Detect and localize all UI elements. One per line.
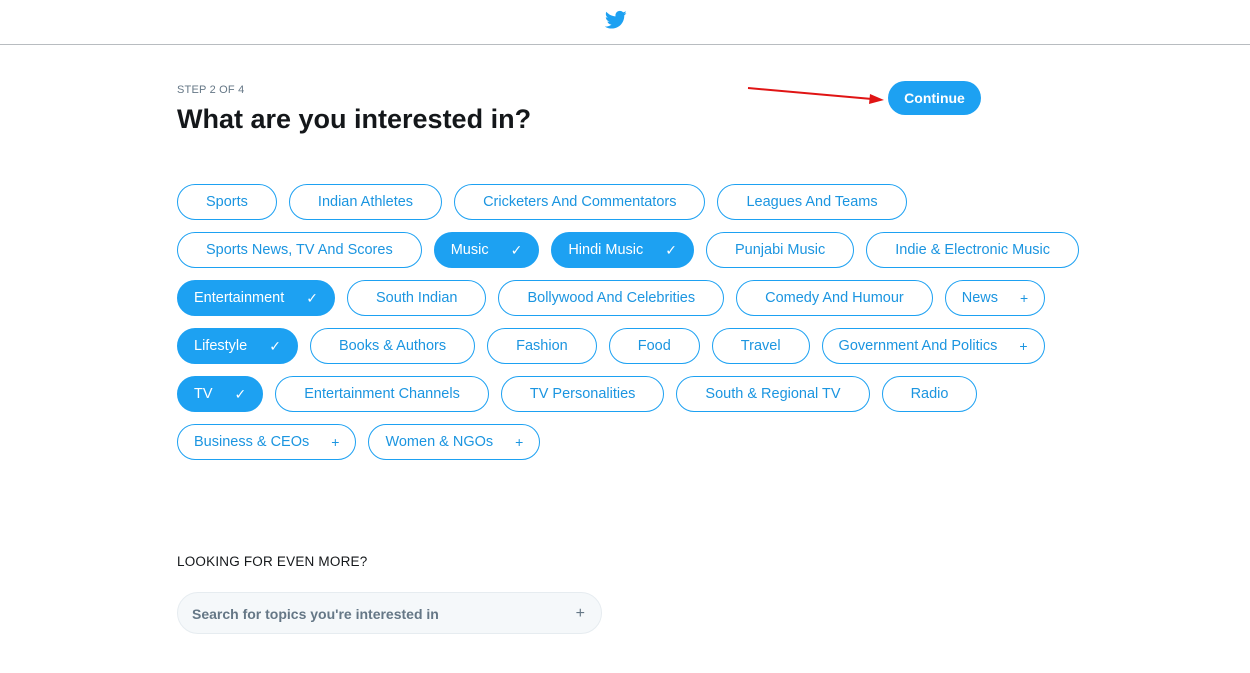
topic-chip-label: Food — [637, 338, 671, 354]
topic-chip-women-and-ngos[interactable]: Women & NGOs + — [368, 424, 541, 460]
plus-icon: + — [1019, 338, 1028, 354]
topic-chip-indian-athletes[interactable]: Indian Athletes — [288, 184, 443, 220]
plus-icon: + — [1020, 290, 1029, 306]
checkmark-icon: ✓ — [234, 386, 247, 402]
topic-chip-label: News — [961, 290, 998, 306]
topic-chip-entertainment-channels[interactable]: Entertainment Channels — [275, 376, 489, 412]
topic-chip-label: Comedy And Humour — [765, 290, 904, 306]
topic-chip-tv-personalities[interactable]: TV Personalities — [500, 376, 665, 412]
topic-chip-label: Entertainment Channels — [304, 386, 460, 402]
topic-chip-entertainment[interactable]: Entertainment ✓ — [177, 280, 336, 316]
topic-chip-punjabi-music[interactable]: Punjabi Music — [705, 232, 855, 268]
topic-search-box: + — [177, 592, 602, 635]
add-topic-icon[interactable]: + — [576, 605, 585, 623]
topic-chip-label: TV Personalities — [529, 386, 636, 402]
topic-chip-tv[interactable]: TV ✓ — [177, 376, 264, 412]
topic-chip-books-and-authors[interactable]: Books & Authors — [309, 328, 476, 364]
topic-chip-label: Punjabi Music — [734, 242, 826, 258]
topic-chip-sports-news-tv-and-scores[interactable]: Sports News, TV And Scores — [177, 232, 422, 268]
topic-chip-hindi-music[interactable]: Hindi Music ✓ — [551, 232, 694, 268]
topic-row: Sports Indian Athletes Cricketers And Comm… — [177, 184, 1057, 220]
topic-row: Entertainment ✓ South Indian Bollywood And … — [177, 280, 1057, 316]
plus-icon: + — [515, 434, 524, 450]
topic-chip-sports[interactable]: Sports — [177, 184, 277, 220]
topic-row: Business & CEOs + Women & NGOs + — [177, 424, 1057, 460]
plus-icon: + — [331, 434, 340, 450]
topic-chip-label: Lifestyle — [194, 338, 248, 354]
continue-button[interactable]: Continue — [888, 81, 981, 115]
topic-row: Sports News, TV And Scores Music ✓ Hindi Mu… — [177, 232, 1079, 268]
topic-chip-label: Indian Athletes — [317, 194, 414, 210]
topic-chip-bollywood-and-celebrities[interactable]: Bollywood And Celebrities — [498, 280, 725, 316]
topic-chip-south-indian[interactable]: South Indian — [347, 280, 487, 316]
checkmark-icon: ✓ — [269, 338, 281, 354]
topic-chip-radio[interactable]: Radio — [881, 376, 978, 412]
topic-chip-label: Bollywood And Celebrities — [527, 290, 696, 306]
topic-chip-label: Hindi Music — [568, 242, 644, 258]
page-title: What are you interested in? — [177, 104, 532, 134]
topic-chip-business-and-ceos[interactable]: Business & CEOs + — [177, 424, 357, 460]
topic-chip-fashion[interactable]: Fashion — [487, 328, 597, 364]
topic-chip-grid: Sports Indian Athletes Cricketers And Comm… — [177, 184, 1079, 472]
topic-chip-label: Government And Politics — [838, 338, 998, 354]
topic-chip-indie-and-electronic-music[interactable]: Indie & Electronic Music — [866, 232, 1079, 268]
topic-chip-cricketers-and-commentators[interactable]: Cricketers And Commentators — [454, 184, 706, 220]
topic-chip-label: TV — [194, 386, 213, 402]
topic-chip-label: Radio — [910, 386, 949, 402]
topic-chip-label: South & Regional TV — [705, 386, 841, 402]
checkmark-icon: ✓ — [510, 242, 523, 258]
topic-chip-label: Entertainment — [194, 290, 285, 306]
topic-chip-south-and-regional-tv[interactable]: South & Regional TV — [676, 376, 870, 412]
topic-chip-label: Sports News, TV And Scores — [206, 242, 393, 258]
topic-row: TV ✓ Entertainment Channels TV Personalitie… — [177, 376, 1057, 412]
topic-chip-music[interactable]: Music ✓ — [433, 232, 540, 268]
topic-chip-leagues-and-teams[interactable]: Leagues And Teams — [717, 184, 907, 220]
topic-chip-label: Women & NGOs — [385, 434, 494, 450]
red-arrow-annotation — [747, 87, 884, 104]
topic-chip-label: Business & CEOs — [194, 434, 310, 450]
checkmark-icon: ✓ — [665, 242, 677, 258]
top-bar — [0, 0, 1250, 45]
topic-chip-comedy-and-humour[interactable]: Comedy And Humour — [736, 280, 933, 316]
more-heading: LOOKING FOR EVEN MORE? — [177, 554, 368, 569]
topic-chip-food[interactable]: Food — [608, 328, 700, 364]
checkmark-icon: ✓ — [306, 290, 319, 306]
topic-chip-label: Sports — [206, 194, 248, 210]
topic-chip-travel[interactable]: Travel — [711, 328, 810, 364]
topic-chip-label: Books & Authors — [338, 338, 447, 354]
topic-chip-label: Fashion — [516, 338, 568, 354]
topic-chip-lifestyle[interactable]: Lifestyle ✓ — [177, 328, 298, 364]
topic-search-input[interactable] — [190, 593, 564, 635]
topic-chip-government-and-politics[interactable]: Government And Politics + — [821, 328, 1045, 364]
topic-chip-label: Travel — [740, 338, 781, 354]
topic-chip-label: Leagues And Teams — [746, 194, 878, 210]
step-indicator: STEP 2 OF 4 — [177, 84, 245, 96]
topic-chip-news[interactable]: News + — [944, 280, 1046, 316]
topic-chip-label: Cricketers And Commentators — [483, 194, 677, 210]
topic-chip-label: Indie & Electronic Music — [895, 242, 1050, 258]
twitter-bird-icon[interactable] — [605, 10, 627, 30]
topic-row: Lifestyle ✓ Books & Authors Fashion Food Trav… — [177, 328, 1057, 364]
topic-chip-label: Music — [450, 242, 489, 258]
topic-chip-label: South Indian — [376, 290, 458, 306]
